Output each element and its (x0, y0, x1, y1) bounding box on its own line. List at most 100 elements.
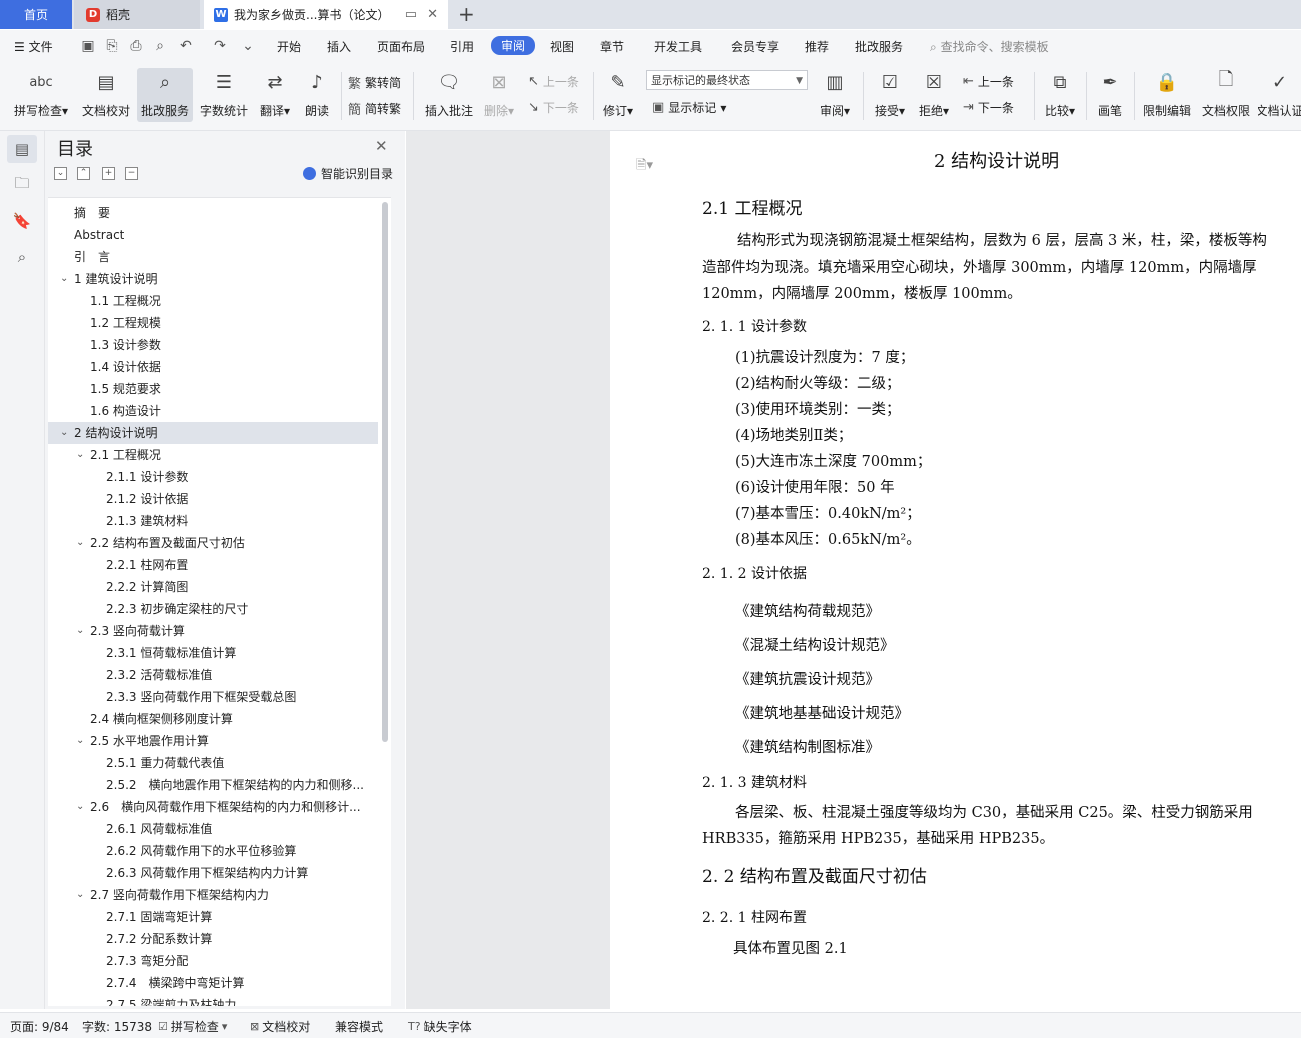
toc-item[interactable]: 2.6.1 风荷载标准值 (48, 818, 378, 840)
toc-item[interactable]: ⌄ 2.1 工程概况 (48, 444, 378, 466)
toc-item[interactable]: 2.7.5 梁端剪力及柱轴力 (48, 994, 378, 1006)
chevron-down-icon[interactable]: ⌄ (76, 532, 84, 554)
toc-item[interactable]: 2.3.1 恒荷载标准值计算 (48, 642, 378, 664)
menu-review[interactable]: 审阅 (491, 36, 536, 55)
proofread-button[interactable]: ▤ 文档校对 (78, 68, 134, 122)
tab-daoke[interactable]: D 稻壳 (74, 0, 200, 29)
toc-item[interactable]: ⌄ 2 结构设计说明 (48, 422, 378, 444)
toc-item[interactable]: 引 言 (48, 246, 378, 268)
delete-comment-button[interactable]: ⊠ 删除▾ (480, 68, 518, 122)
close-icon[interactable]: ✕ (375, 137, 388, 155)
menu-view[interactable]: 视图 (550, 38, 574, 55)
smart-toc-button[interactable]: 智能识别目录 (303, 165, 393, 182)
track-changes-button[interactable]: ✎ 修订▾ (598, 68, 638, 122)
export-pdf-icon[interactable]: ⎘ (104, 38, 120, 54)
toc-item[interactable]: 1.5 规范要求 (48, 378, 378, 400)
show-markup-button[interactable]: ▣ 显示标记 ▾ (652, 99, 726, 116)
chevron-down-icon[interactable]: ⌄ (76, 884, 84, 906)
menu-insert[interactable]: 插入 (327, 38, 351, 55)
translate-button[interactable]: ⇄ 翻译▾ (255, 68, 295, 122)
toc-item[interactable]: 摘 要 (48, 202, 378, 224)
toc-item[interactable]: ⌄ 2.5 水平地震作用计算 (48, 730, 378, 752)
remove-level-icon[interactable]: − (125, 167, 138, 180)
page-options-icon[interactable]: 🗎▾ (636, 156, 653, 178)
toc-item[interactable]: 2.6.3 风荷载作用下框架结构内力计算 (48, 862, 378, 884)
command-search[interactable]: ⌕ 查找命令、搜索模板 (930, 38, 1049, 55)
simp-to-trad-button[interactable]: 簡简转繁 (348, 99, 401, 118)
undo-icon[interactable]: ↶ (178, 38, 194, 54)
compare-button[interactable]: ⧉ 比较▾ (1040, 68, 1080, 122)
reject-button[interactable]: ☒ 拒绝▾ (914, 68, 954, 122)
toc-item[interactable]: ⌄ 1 建筑设计说明 (48, 268, 378, 290)
compat-mode-status[interactable]: 兼容模式 (335, 1018, 383, 1035)
menu-start[interactable]: 开始 (277, 38, 301, 55)
chevron-down-icon[interactable]: ⌄ (60, 268, 68, 290)
spell-check-status[interactable]: ☑ 拼写检查 ▾ (158, 1018, 227, 1035)
toc-item[interactable]: 1.4 设计依据 (48, 356, 378, 378)
toc-item[interactable]: Abstract (48, 224, 378, 246)
toc-item[interactable]: 1.1 工程概况 (48, 290, 378, 312)
bookmark-icon[interactable]: 🔖 (7, 207, 37, 235)
toc-item[interactable]: 2.1.2 设计依据 (48, 488, 378, 510)
add-level-icon[interactable]: + (102, 167, 115, 180)
toc-item[interactable]: 2.7.2 分配系数计算 (48, 928, 378, 950)
read-aloud-button[interactable]: ♪ 朗读 (299, 68, 335, 122)
chevron-down-icon[interactable]: ⌄ (76, 444, 84, 466)
chevron-down-icon[interactable]: ⌄ (76, 796, 84, 818)
chevron-down-icon[interactable]: ⌄ (60, 422, 68, 444)
quick-access-more-icon[interactable]: ⌄ (240, 38, 256, 54)
toc-item[interactable]: 2.2.1 柱网布置 (48, 554, 378, 576)
print-icon[interactable]: ⎙ (128, 38, 144, 54)
toc-item[interactable]: ⌄ 2.2 结构布置及截面尺寸初估 (48, 532, 378, 554)
menu-recommend[interactable]: 推荐 (805, 38, 829, 55)
menu-chapter[interactable]: 章节 (600, 38, 624, 55)
missing-font-status[interactable]: T? 缺失字体 (408, 1018, 472, 1035)
chevron-down-icon[interactable]: ⌄ (76, 730, 84, 752)
print-preview-icon[interactable]: ⌕ (152, 38, 168, 54)
insert-comment-button[interactable]: 🗨 插入批注 (420, 68, 478, 122)
toc-item[interactable]: 2.3.3 竖向荷载作用下框架受载总图 (48, 686, 378, 708)
toc-item[interactable]: 2.3.2 活荷载标准值 (48, 664, 378, 686)
file-menu[interactable]: ☰ 文件 (14, 38, 53, 55)
spell-check-button[interactable]: abc 拼写检查▾ (10, 68, 72, 122)
word-count-status[interactable]: 字数: 15738 (82, 1018, 152, 1035)
toc-item[interactable]: 2.7.4 横梁跨中弯矩计算 (48, 972, 378, 994)
toc-item[interactable]: 2.2.3 初步确定梁柱的尺寸 (48, 598, 378, 620)
toc-item[interactable]: 2.1.3 建筑材料 (48, 510, 378, 532)
proofread-status[interactable]: ⊠ 文档校对 (250, 1018, 310, 1035)
trad-to-simp-button[interactable]: 繁繁转简 (348, 73, 401, 92)
toc-item[interactable]: 2.2.2 计算简图 (48, 576, 378, 598)
toc-item[interactable]: 2.7.1 固端弯矩计算 (48, 906, 378, 928)
tab-document[interactable]: W 我为家乡做贡...算书（论文） ▭ ✕ (204, 0, 448, 29)
prev-comment-button[interactable]: ↖ 上一条 (528, 73, 579, 90)
word-count-button[interactable]: ☰ 字数统计 (196, 68, 252, 122)
save-icon[interactable]: ▣ (80, 38, 96, 54)
chapter-panel-icon[interactable]: 🗀 (7, 171, 37, 199)
next-change-button[interactable]: ⇥ 下一条 (963, 99, 1014, 116)
chevron-down-icon[interactable]: ⌄ (76, 620, 84, 642)
toc-item[interactable]: 2.4 横向框架侧移刚度计算 (48, 708, 378, 730)
toc-item[interactable]: 2.6.2 风荷载作用下的水平位移验算 (48, 840, 378, 862)
document-cert-button[interactable]: ✓ 文档认证 (1258, 68, 1301, 122)
toc-item[interactable]: 1.2 工程规模 (48, 312, 378, 334)
toc-item[interactable]: ⌄ 2.6 横向风荷载作用下框架结构的内力和侧移计... (48, 796, 378, 818)
next-comment-button[interactable]: ↘ 下一条 (528, 99, 579, 116)
document-permission-button[interactable]: 🗋 文档权限 (1198, 68, 1254, 122)
prev-change-button[interactable]: ⇤ 上一条 (963, 73, 1014, 90)
toc-item[interactable]: 2.5.1 重力荷载代表值 (48, 752, 378, 774)
menu-developer[interactable]: 开发工具 (654, 38, 702, 55)
restore-icon[interactable]: ▭ (405, 7, 417, 22)
expand-all-icon[interactable]: ⌄ (54, 167, 67, 180)
menu-correction-service[interactable]: 批改服务 (855, 38, 903, 55)
toc-item[interactable]: 2.7.3 弯矩分配 (48, 950, 378, 972)
toc-scrollbar[interactable] (382, 202, 388, 742)
collapse-all-icon[interactable]: ⌃ (77, 167, 90, 180)
toc-panel-icon[interactable]: ▤ (7, 135, 37, 163)
toc-item[interactable]: ⌄ 2.3 竖向荷载计算 (48, 620, 378, 642)
redo-icon[interactable]: ↷ (212, 38, 228, 54)
menu-page-layout[interactable]: 页面布局 (377, 38, 425, 55)
toc-item[interactable]: ⌄ 2.7 竖向荷载作用下框架结构内力 (48, 884, 378, 906)
search-icon[interactable]: ⌕ (7, 243, 37, 271)
toc-item[interactable]: 1.3 设计参数 (48, 334, 378, 356)
accept-button[interactable]: ☑ 接受▾ (870, 68, 910, 122)
